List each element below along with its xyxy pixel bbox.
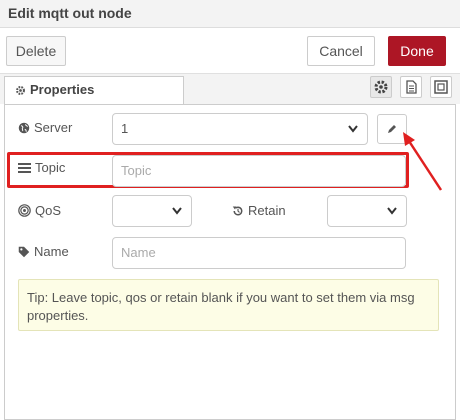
globe-icon [18, 122, 30, 134]
tab-icon-group [370, 76, 454, 100]
server-label-group: Server [18, 120, 72, 135]
topic-input[interactable]: Topic [112, 155, 406, 187]
topic-label-group: Topic [18, 160, 65, 175]
qos-label: QoS [35, 203, 62, 218]
retain-label: Retain [248, 203, 286, 218]
cancel-button[interactable]: Cancel [307, 36, 375, 66]
tag-icon [18, 246, 30, 258]
retain-label-group: Retain [232, 203, 286, 218]
bullseye-icon [18, 204, 31, 217]
retain-select[interactable] [327, 195, 407, 227]
document-icon[interactable] [400, 76, 422, 98]
frame-icon[interactable] [430, 76, 452, 98]
tip-box: Tip: Leave topic, qos or retain blank if… [18, 279, 439, 331]
dialog-titlebar: Edit mqtt out node [0, 0, 460, 28]
tab-properties[interactable]: Properties [4, 76, 184, 106]
gear-icon[interactable] [370, 76, 392, 98]
server-select[interactable]: 1 [112, 113, 368, 145]
dialog-title: Edit mqtt out node [8, 5, 132, 21]
topic-input-placeholder: Topic [121, 163, 152, 178]
server-label: Server [34, 120, 73, 135]
dialog-toolbar: Delete Cancel Done [0, 28, 460, 74]
list-icon [18, 162, 31, 174]
chevron-down-icon [386, 196, 398, 226]
name-input-placeholder: Name [121, 245, 156, 260]
chevron-down-icon [347, 114, 359, 144]
qos-select[interactable] [112, 195, 192, 227]
done-button[interactable]: Done [388, 36, 446, 66]
chevron-down-icon [171, 196, 183, 226]
name-label-group: Name [18, 244, 69, 259]
delete-button[interactable]: Delete [6, 36, 66, 66]
history-icon [232, 205, 244, 217]
gear-icon [15, 85, 26, 96]
qos-label-group: QoS [18, 203, 61, 218]
topic-label: Topic [35, 160, 66, 175]
tip-text: Tip: Leave topic, qos or retain blank if… [27, 290, 415, 323]
server-select-value: 1 [121, 121, 129, 136]
tab-properties-label: Properties [30, 82, 95, 97]
name-label: Name [34, 244, 69, 259]
tab-bar: Properties [0, 74, 460, 106]
name-input[interactable]: Name [112, 237, 406, 269]
